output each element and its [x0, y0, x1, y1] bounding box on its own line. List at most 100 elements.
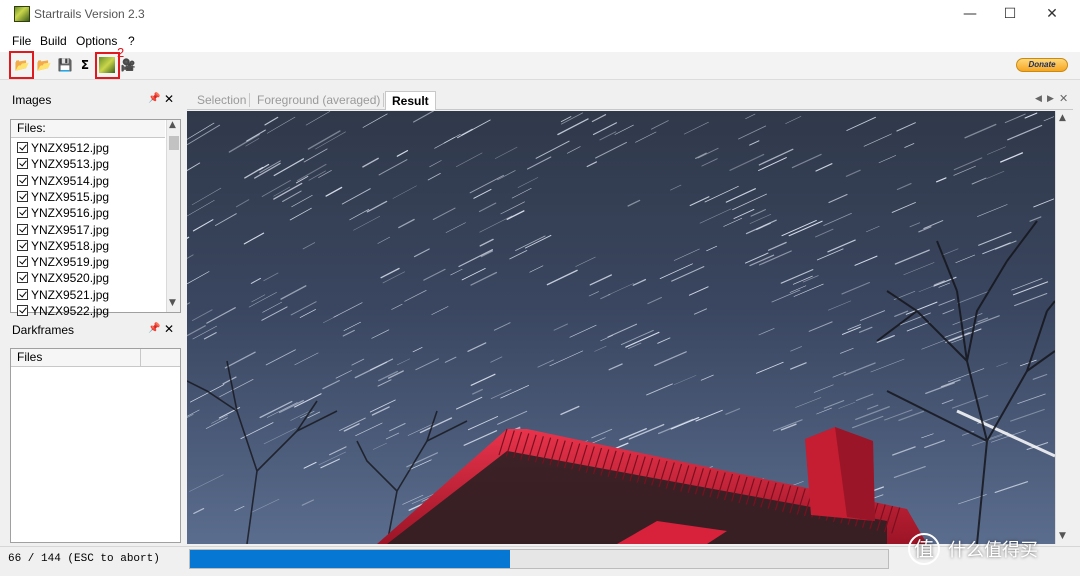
- star-trail: [925, 382, 955, 395]
- menu-file[interactable]: File: [12, 34, 31, 48]
- star-trail: [607, 283, 634, 296]
- star-trail: [1012, 281, 1049, 296]
- tab-selection[interactable]: Selection: [197, 93, 246, 107]
- file-checkbox[interactable]: [17, 305, 28, 316]
- star-trail: [701, 158, 718, 167]
- file-checkbox[interactable]: [17, 142, 28, 153]
- star-trail: [490, 356, 503, 363]
- star-trail: [432, 207, 456, 221]
- darkframes-file-list[interactable]: Files: [10, 348, 181, 543]
- file-list-item[interactable]: YNZX9515.jpg: [17, 189, 109, 205]
- window-title: Startrails Version 2.3: [34, 7, 145, 21]
- open-darkframes-button[interactable]: 📂: [35, 56, 53, 74]
- star-trail: [382, 271, 406, 284]
- file-checkbox[interactable]: [17, 272, 28, 284]
- star-trail: [659, 263, 693, 279]
- tab-foreground[interactable]: Foreground (averaged): [257, 93, 380, 107]
- progress-status-text: 66 / 144 (ESC to abort): [8, 553, 160, 565]
- star-trail: [808, 321, 833, 332]
- images-file-list[interactable]: Files: ▲ ▼ YNZX9512.jpg YNZX9513.jpg YNZX9…: [10, 119, 181, 318]
- file-list-item[interactable]: YNZX9521.jpg: [17, 287, 109, 303]
- file-checkbox[interactable]: [17, 190, 28, 202]
- scroll-up-icon[interactable]: ▲: [1059, 113, 1066, 123]
- star-trail: [1000, 152, 1024, 163]
- star-trail: [860, 310, 886, 321]
- star-trail: [745, 252, 769, 264]
- menu-build[interactable]: Build: [40, 34, 67, 48]
- tab-scroll-right-icon[interactable]: ▶: [1047, 94, 1054, 104]
- images-list-scrollbar[interactable]: ▲ ▼: [166, 120, 180, 312]
- star-trail: [947, 368, 985, 383]
- star-trail: [827, 239, 856, 253]
- darkframes-column-header-extra[interactable]: [141, 349, 180, 367]
- star-trail: [494, 146, 518, 159]
- maximize-button[interactable]: ☐: [995, 4, 1025, 24]
- star-trail: [627, 199, 641, 207]
- star-trail: [725, 188, 756, 203]
- star-trail: [479, 238, 494, 247]
- star-trail: [427, 173, 441, 181]
- donate-button[interactable]: Donate: [1016, 58, 1068, 72]
- star-trail: [315, 131, 346, 150]
- star-trail: [697, 147, 719, 159]
- file-list-item[interactable]: YNZX9520.jpg: [17, 270, 109, 286]
- scroll-up-icon[interactable]: ▲: [169, 120, 176, 130]
- star-trail: [469, 174, 504, 194]
- star-trail: [263, 272, 279, 282]
- star-trail: [657, 337, 671, 344]
- file-list-item[interactable]: YNZX9516.jpg: [17, 205, 109, 221]
- tab-result[interactable]: Result: [385, 91, 436, 110]
- tab-close-icon[interactable]: ✕: [1059, 92, 1068, 105]
- darkframes-column-header[interactable]: Files: [11, 349, 141, 367]
- file-checkbox[interactable]: [17, 239, 28, 251]
- close-button[interactable]: ✕: [1037, 4, 1067, 24]
- average-button[interactable]: Σ: [76, 56, 94, 74]
- file-checkbox[interactable]: [17, 223, 28, 235]
- result-scrollbar[interactable]: ▲ ▼: [1055, 111, 1071, 544]
- star-trail: [303, 461, 317, 469]
- progress-fill: [190, 550, 510, 568]
- file-checkbox[interactable]: [17, 288, 28, 300]
- star-trail: [339, 417, 366, 431]
- scroll-down-icon[interactable]: ▼: [169, 298, 176, 308]
- title-bar: Startrails Version 2.3 — ☐ ✕: [0, 0, 1080, 30]
- star-trail: [1011, 278, 1043, 291]
- file-list-item[interactable]: YNZX9517.jpg: [17, 222, 109, 238]
- menu-help[interactable]: ?: [128, 34, 135, 48]
- star-trail: [369, 358, 394, 371]
- files-column-header[interactable]: Files:: [11, 120, 165, 138]
- file-list-item[interactable]: YNZX9522.jpg: [17, 303, 109, 319]
- menu-options[interactable]: Options: [76, 34, 117, 48]
- file-list-item[interactable]: YNZX9519.jpg: [17, 254, 109, 270]
- star-trail: [511, 188, 532, 199]
- file-list-item[interactable]: YNZX9512.jpg: [17, 140, 109, 156]
- star-trail: [723, 217, 743, 227]
- save-button[interactable]: 💾: [56, 56, 74, 74]
- scroll-down-icon[interactable]: ▼: [1059, 531, 1066, 541]
- star-trail: [982, 242, 1011, 255]
- star-trail: [470, 271, 498, 286]
- file-list-item[interactable]: YNZX9518.jpg: [17, 238, 109, 254]
- tab-scroll-left-icon[interactable]: ◀: [1035, 94, 1042, 104]
- tab-divider: [383, 93, 384, 107]
- file-name: YNZX9522.jpg: [31, 304, 110, 318]
- file-list-item[interactable]: YNZX9513.jpg: [17, 156, 109, 172]
- minimize-button[interactable]: —: [955, 4, 985, 24]
- star-trail: [189, 474, 224, 492]
- file-list-item[interactable]: YNZX9514.jpg: [17, 173, 109, 189]
- file-checkbox[interactable]: [17, 158, 28, 170]
- star-trail: [187, 162, 201, 172]
- file-checkbox[interactable]: [17, 207, 28, 219]
- pin-icon[interactable]: 📌: [148, 93, 160, 104]
- file-checkbox[interactable]: [17, 256, 28, 268]
- images-panel-close-icon[interactable]: ✕: [164, 92, 174, 106]
- darkframes-panel-close-icon[interactable]: ✕: [164, 322, 174, 336]
- star-trail: [996, 362, 1008, 367]
- star-trail: [683, 121, 709, 135]
- star-trail: [497, 410, 528, 425]
- star-trail: [224, 351, 256, 369]
- pin-icon[interactable]: 📌: [148, 323, 160, 334]
- star-trail: [955, 254, 976, 263]
- file-checkbox[interactable]: [17, 174, 28, 186]
- scroll-thumb[interactable]: [169, 136, 179, 150]
